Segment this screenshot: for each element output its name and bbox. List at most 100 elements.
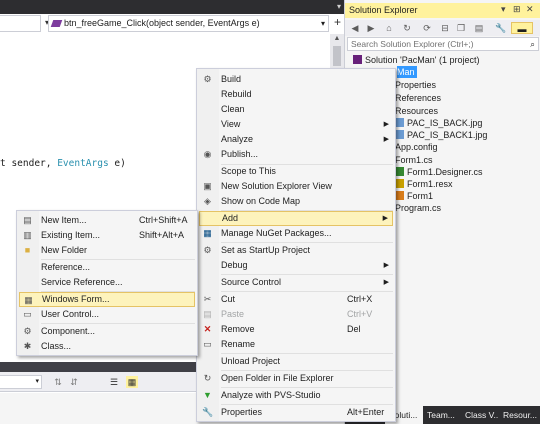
- menu-item-add[interactable]: Add ▶: [199, 211, 393, 226]
- menu-item-view[interactable]: View ▶: [199, 117, 393, 132]
- image-file-icon: [395, 118, 404, 127]
- tree-item-file[interactable]: Form1.cs: [395, 154, 433, 166]
- tree-item-file[interactable]: Program.cs: [395, 202, 441, 214]
- refresh-icon[interactable]: ⟳: [421, 22, 433, 34]
- menu-item-startup[interactable]: ⚙ Set as StartUp Project: [199, 243, 393, 258]
- solution-icon: [353, 55, 362, 64]
- menu-item-rename[interactable]: ▭ Rename: [199, 337, 393, 352]
- method-dropdown-label: btn_freeGame_Click(object sender, EventA…: [64, 18, 260, 28]
- toolbar-icon[interactable]: ⇅: [52, 376, 64, 388]
- menu-item-unload[interactable]: Unload Project: [199, 354, 393, 369]
- tree-item-references[interactable]: References: [395, 92, 441, 104]
- menu-item-existing-item[interactable]: ▥ Existing Item... Shift+Alt+A: [19, 228, 195, 243]
- method-dropdown[interactable]: btn_freeGame_Click(object sender, EventA…: [48, 15, 329, 32]
- menu-item-paste[interactable]: ▤ Paste Ctrl+V: [199, 307, 393, 322]
- menu-item-cut[interactable]: ✂ Cut Ctrl+X: [199, 292, 393, 307]
- tree-item-label: References: [395, 93, 442, 103]
- code-map-icon: ◈: [204, 196, 211, 206]
- menu-item-build[interactable]: ⚙ Build: [199, 72, 393, 87]
- shortcut-label: Alt+Enter: [347, 407, 385, 417]
- nuget-icon: ▦: [203, 228, 212, 238]
- pin-icon[interactable]: ⊞: [513, 4, 521, 15]
- tree-item-label: Man: [397, 67, 415, 77]
- tree-item-solution[interactable]: Solution 'PacMan' (1 project): [353, 54, 480, 66]
- tab-resource-view[interactable]: Resour...: [499, 406, 540, 424]
- scroll-up-icon[interactable]: ▲: [330, 34, 344, 44]
- list-icon[interactable]: ☰: [108, 376, 120, 388]
- tree-item-file[interactable]: Form1.resx: [395, 178, 453, 190]
- editor-tab-strip: ▾: [0, 0, 344, 14]
- menu-item-clean[interactable]: Clean: [199, 102, 393, 117]
- type-dropdown[interactable]: [0, 15, 41, 32]
- menu-item-new-item[interactable]: ▤ New Item... Ctrl+Shift+A: [19, 213, 195, 228]
- forward-icon[interactable]: ▶: [365, 22, 377, 34]
- tree-item-file[interactable]: PAC_IS_BACK.jpg: [395, 117, 482, 129]
- add-submenu: ▤ New Item... Ctrl+Shift+A ▥ Existing Item.…: [16, 210, 198, 356]
- chevron-down-icon: ▾: [320, 19, 325, 28]
- image-file-icon: [395, 130, 404, 139]
- tree-item-file[interactable]: Form1: [395, 190, 433, 202]
- collapse-icon[interactable]: ⊟: [439, 22, 451, 34]
- windows-form-icon: ▦: [24, 295, 33, 305]
- toolbar-toggle-icon[interactable]: ▦: [126, 376, 138, 388]
- new-folder-icon: ■: [24, 245, 31, 255]
- back-icon[interactable]: ◀: [349, 22, 361, 34]
- menu-item-open-folder[interactable]: ↻ Open Folder in File Explorer: [199, 371, 393, 386]
- chevron-down-icon[interactable]: ▾: [337, 2, 341, 12]
- tree-item-properties[interactable]: Properties: [395, 79, 436, 91]
- tab-class-view[interactable]: Class V...: [461, 406, 499, 424]
- shortcut-label: Del: [347, 324, 361, 334]
- tree-item-label: PAC_IS_BACK.jpg: [407, 118, 483, 128]
- close-icon[interactable]: ✕: [526, 4, 534, 15]
- menu-item-new-view[interactable]: ▣ New Solution Explorer View: [199, 179, 393, 194]
- menu-item-service-reference[interactable]: Service Reference...: [19, 275, 195, 290]
- preview-icon[interactable]: ▬: [511, 22, 533, 34]
- menu-item-nuget[interactable]: ▦ Manage NuGet Packages...: [199, 226, 393, 241]
- tree-item-project[interactable]: Man: [397, 66, 417, 78]
- menu-item-class[interactable]: ✱ Class...: [19, 339, 195, 354]
- home-icon[interactable]: ⌂: [383, 22, 395, 34]
- menu-item-user-control[interactable]: ▭ User Control...: [19, 307, 195, 322]
- menu-item-scope[interactable]: Scope to This: [199, 164, 393, 179]
- code-line[interactable]: t sender, EventArgs e): [0, 158, 126, 169]
- menu-item-source-control[interactable]: Source Control ▶: [199, 275, 393, 290]
- split-editor-button[interactable]: +: [331, 15, 344, 32]
- menu-item-publish[interactable]: ◉ Publish...: [199, 147, 393, 162]
- tree-item-file[interactable]: Form1.Designer.cs: [395, 166, 483, 178]
- menu-item-code-map[interactable]: ◈ Show on Code Map: [199, 194, 393, 209]
- menu-item-component[interactable]: ⚙ Component...: [19, 324, 195, 339]
- solution-explorer-titlebar: Solution Explorer ▾ ⊞ ✕: [345, 3, 540, 18]
- tab-team-explorer[interactable]: Team...: [423, 406, 461, 424]
- chevron-down-icon: ▾: [35, 378, 39, 385]
- tree-item-label: Form1.cs: [395, 155, 433, 165]
- toolbar-combo[interactable]: ▾: [0, 375, 42, 389]
- toolbar-icon[interactable]: ⇵: [68, 376, 80, 388]
- shortcut-label: Ctrl+V: [347, 309, 373, 319]
- menu-item-debug[interactable]: Debug ▶: [199, 258, 393, 273]
- folder-open-icon: ↻: [203, 373, 212, 383]
- menu-item-pvs-studio[interactable]: ▼ Analyze with PVS-Studio: [199, 388, 393, 403]
- tree-item-file[interactable]: App.config: [395, 141, 438, 153]
- menu-item-analyze[interactable]: Analyze ▶: [199, 132, 393, 147]
- sync-icon[interactable]: ↻: [401, 22, 413, 34]
- menu-item-properties[interactable]: 🔧 Properties Alt+Enter: [199, 405, 393, 420]
- tree-item-file[interactable]: PAC_IS_BACK1.jpg: [395, 129, 487, 141]
- wrench-icon: 🔧: [202, 407, 214, 417]
- menu-item-rebuild[interactable]: Rebuild: [199, 87, 393, 102]
- scrollbar-thumb[interactable]: [333, 46, 341, 66]
- menu-item-windows-form[interactable]: ▦ Windows Form...: [19, 292, 195, 307]
- tree-item-label: Solution 'PacMan' (1 project): [365, 55, 480, 65]
- menu-item-new-folder[interactable]: ■ New Folder: [19, 243, 195, 258]
- copy-icon[interactable]: ❐: [455, 22, 467, 34]
- submenu-arrow-icon: ▶: [382, 215, 388, 222]
- properties-icon[interactable]: 🔧: [495, 22, 507, 34]
- search-input[interactable]: Search Solution Explorer (Ctrl+;) ⌕: [347, 37, 539, 51]
- dropdown-icon[interactable]: ▾: [501, 4, 506, 15]
- show-all-icon[interactable]: ▤: [473, 22, 485, 34]
- resx-file-icon: [395, 179, 404, 188]
- menu-item-remove[interactable]: ✕ Remove Del: [199, 322, 393, 337]
- submenu-arrow-icon: ▶: [383, 262, 389, 269]
- tree-item-resources[interactable]: Resources: [395, 105, 438, 117]
- menu-item-reference[interactable]: Reference...: [19, 260, 195, 275]
- shortcut-label: Ctrl+Shift+A: [139, 215, 188, 225]
